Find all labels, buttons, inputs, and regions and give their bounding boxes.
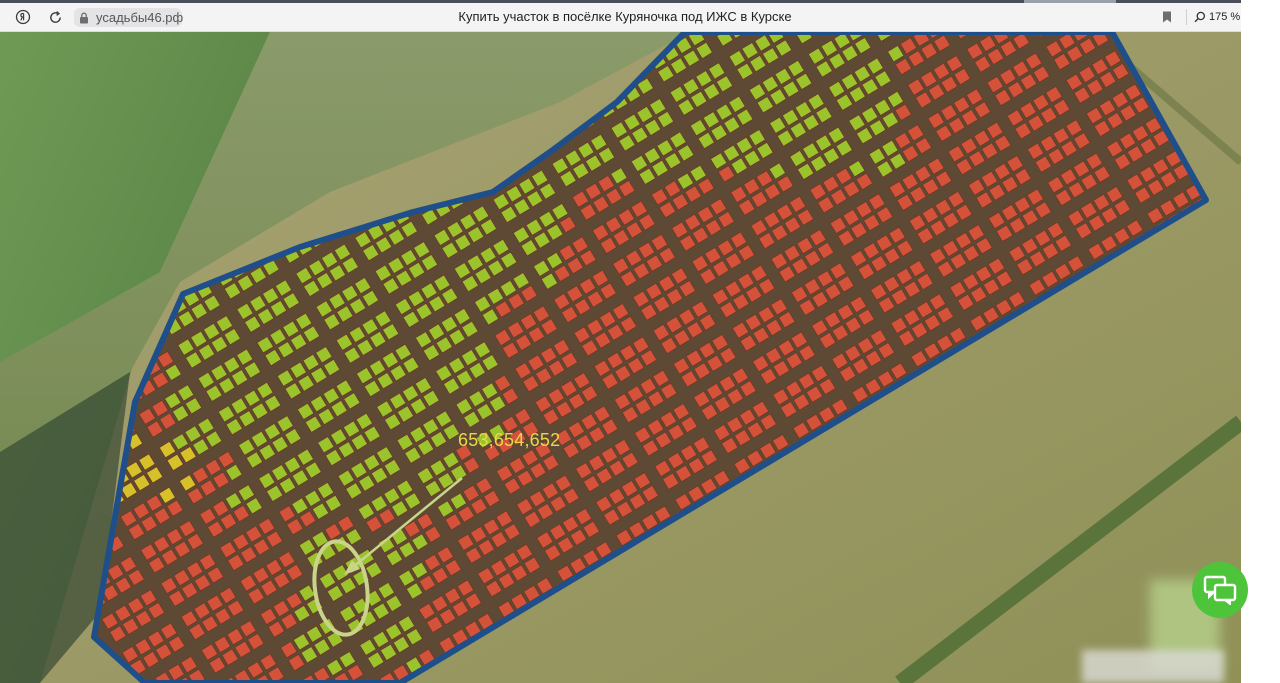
- zoom-icon: [1194, 11, 1206, 23]
- right-margin: [1241, 0, 1280, 683]
- address-bar[interactable]: усадьбы46.рф: [74, 8, 183, 27]
- lock-icon: [79, 12, 89, 24]
- chat-button[interactable]: [1192, 562, 1248, 618]
- browser-toolbar: усадьбы46.рф Купить участок в посёлке Ку…: [0, 3, 1241, 32]
- zoom-indicator[interactable]: 175 %: [1194, 3, 1240, 31]
- toolbar-divider: [1186, 9, 1187, 25]
- bookmark-icon[interactable]: [1158, 3, 1176, 31]
- plot-numbers-label: 653,654,652: [458, 430, 561, 450]
- url-domain[interactable]: усадьбы46.рф: [96, 10, 183, 25]
- zoom-level: 175 %: [1209, 11, 1241, 23]
- page-title: Купить участок в посёлке Куряночка под И…: [458, 9, 792, 24]
- map-canvas[interactable]: [0, 32, 1241, 683]
- yandex-icon[interactable]: [12, 3, 34, 31]
- chat-icon: [1203, 575, 1237, 605]
- reload-icon[interactable]: [44, 3, 66, 31]
- blurred-footer: [1082, 650, 1224, 683]
- satellite-map[interactable]: 653,654,652: [0, 32, 1241, 683]
